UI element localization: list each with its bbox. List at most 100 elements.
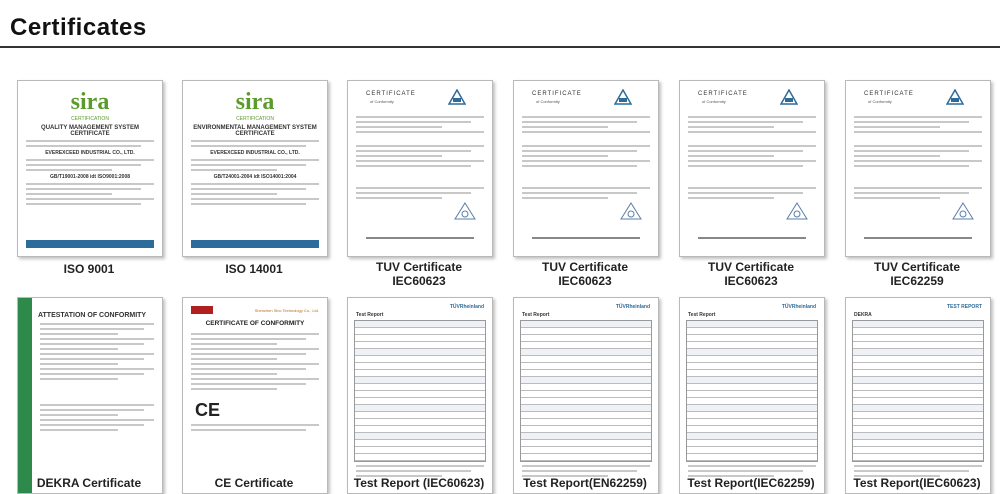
tuv-logo-icon bbox=[780, 89, 798, 105]
certificate-image[interactable]: ATTESTATION OF CONFORMITY bbox=[17, 297, 163, 494]
caption-line: IEC60623 bbox=[392, 274, 446, 288]
text-line bbox=[688, 155, 775, 157]
table-row bbox=[355, 384, 485, 391]
text-line bbox=[40, 424, 144, 426]
certificate-image[interactable]: CERTIFICATE of Conformity bbox=[679, 80, 825, 257]
report-title: Test Report bbox=[522, 312, 550, 318]
table-row bbox=[687, 321, 817, 328]
caption-line: CE Certificate bbox=[214, 476, 294, 490]
table-row bbox=[355, 433, 485, 440]
table-row bbox=[521, 398, 651, 405]
certificate-image[interactable]: Shenzhen Sinc Technology Co., Ltd. CERTIF… bbox=[182, 297, 328, 494]
certificate-image[interactable]: TÜVRheinland Test Report bbox=[347, 297, 493, 494]
text-line bbox=[356, 187, 484, 189]
table-row bbox=[687, 405, 817, 412]
text-line bbox=[191, 188, 307, 190]
table-row bbox=[355, 405, 485, 412]
table-row bbox=[521, 349, 651, 356]
text-line bbox=[688, 165, 804, 167]
text-line bbox=[854, 187, 982, 189]
page-title: Certificates bbox=[10, 14, 147, 41]
certificate-caption: TUV Certificate IEC60623 bbox=[500, 260, 670, 288]
table-row bbox=[853, 349, 983, 356]
certificate-company: EVEREXCEED INDUSTRIAL CO., LTD. bbox=[210, 150, 300, 156]
text-line bbox=[854, 145, 982, 147]
table-row bbox=[687, 412, 817, 419]
certificate-image[interactable]: CERTIFICATE of Conformity bbox=[513, 80, 659, 257]
table-row bbox=[521, 426, 651, 433]
text-line bbox=[40, 404, 154, 406]
text-line bbox=[522, 197, 609, 199]
text-line bbox=[40, 363, 118, 365]
text-line bbox=[26, 169, 113, 171]
certificate-footer-line bbox=[864, 237, 972, 239]
table-row bbox=[521, 405, 651, 412]
certificate-subtitle: of Conformity bbox=[868, 99, 892, 104]
table-row bbox=[853, 440, 983, 447]
text-line bbox=[26, 145, 142, 147]
certificate-header: CERTIFICATE of Conformity bbox=[514, 87, 658, 113]
caption-line: TUV Certificate bbox=[541, 260, 629, 274]
text-line bbox=[522, 131, 650, 133]
table-row bbox=[355, 440, 485, 447]
certificate-footer-band bbox=[26, 240, 154, 248]
certificate-footer-band bbox=[191, 240, 319, 248]
report-brand: TÜVRheinland bbox=[449, 304, 484, 310]
certificate-image[interactable]: CERTIFICATE of Conformity bbox=[347, 80, 493, 257]
text-line bbox=[356, 160, 484, 162]
certificate-caption: TUV Certificate IEC62259 bbox=[832, 260, 1000, 288]
text-line bbox=[191, 338, 307, 340]
certificate-title: CERTIFICATE bbox=[366, 91, 416, 97]
text-line bbox=[356, 145, 484, 147]
table-row bbox=[521, 377, 651, 384]
caption-line: TUV Certificate bbox=[873, 260, 961, 274]
text-line bbox=[191, 140, 319, 142]
text-line bbox=[688, 192, 804, 194]
table-row bbox=[853, 447, 983, 454]
table-row bbox=[853, 454, 983, 461]
text-line bbox=[26, 183, 154, 185]
text-line bbox=[854, 165, 970, 167]
text-line bbox=[854, 465, 982, 467]
certificate-footer-line bbox=[366, 237, 474, 239]
certificate-image[interactable]: sira CERTIFICATION QUALITY MANAGEMENT SYST… bbox=[17, 80, 163, 257]
certificate-image[interactable]: sira CERTIFICATION ENVIRONMENTAL MANAGEMEN… bbox=[182, 80, 328, 257]
table-row bbox=[687, 426, 817, 433]
text-line bbox=[522, 465, 650, 467]
text-line bbox=[40, 378, 118, 380]
certificate-image[interactable]: TÜVRheinland Test Report bbox=[513, 297, 659, 494]
certificate-image[interactable]: TEST REPORT DEKRA bbox=[845, 297, 991, 494]
table-row bbox=[355, 370, 485, 377]
text-line bbox=[191, 378, 319, 380]
table-row bbox=[853, 405, 983, 412]
certificate-caption: TUV Certificate IEC60623 bbox=[334, 260, 504, 288]
text-line bbox=[40, 373, 144, 375]
report-brand: TÜVRheinland bbox=[615, 304, 650, 310]
text-line bbox=[40, 328, 144, 330]
tuv-logo-icon bbox=[614, 89, 632, 105]
table-row bbox=[853, 363, 983, 370]
text-line bbox=[191, 183, 319, 185]
caption-line: Test Report(EN62259) bbox=[523, 476, 647, 490]
tuv-seal-icon bbox=[454, 202, 476, 220]
text-line bbox=[688, 187, 816, 189]
text-line bbox=[356, 131, 484, 133]
table-row bbox=[687, 433, 817, 440]
text-line bbox=[688, 197, 775, 199]
caption-line: IEC62259 bbox=[890, 274, 944, 288]
text-line bbox=[191, 388, 278, 390]
table-row bbox=[853, 342, 983, 349]
report-brand: TÜVRheinland bbox=[781, 304, 816, 310]
certificate-body bbox=[32, 323, 162, 431]
report-table bbox=[852, 320, 984, 462]
certificate-image[interactable]: TÜVRheinland Test Report bbox=[679, 297, 825, 494]
table-row bbox=[521, 412, 651, 419]
text-line bbox=[854, 160, 982, 162]
certificate-image[interactable]: CERTIFICATE of Conformity bbox=[845, 80, 991, 257]
text-line bbox=[356, 465, 484, 467]
tuv-seal-icon bbox=[786, 202, 808, 220]
text-line bbox=[26, 198, 154, 200]
text-line bbox=[522, 126, 609, 128]
text-line bbox=[191, 429, 307, 431]
text-line bbox=[522, 160, 650, 162]
